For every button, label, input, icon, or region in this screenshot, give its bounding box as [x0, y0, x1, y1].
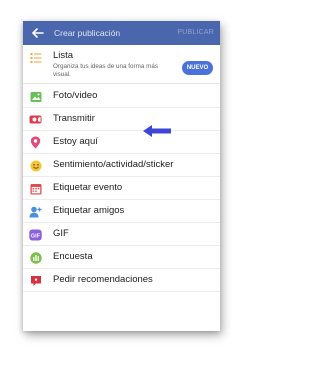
menu-item-label: Sentimiento/actividad/sticker	[53, 159, 174, 170]
video-camera-icon	[29, 113, 42, 126]
calendar-icon	[29, 182, 42, 195]
smiley-icon	[29, 159, 42, 172]
menu-item-tag-friends[interactable]: Etiquetar amigos	[23, 200, 220, 223]
arrow-left-pointer-icon	[142, 124, 172, 138]
menu-item-gif[interactable]: GIF GIF	[23, 223, 220, 246]
menu-item-ask-recommendations[interactable]: Pedir recomendaciones	[23, 269, 220, 292]
photo-icon	[29, 90, 42, 103]
gif-icon: GIF	[29, 228, 42, 241]
location-pin-icon	[29, 136, 42, 149]
menu-item-label: Estoy aquí	[53, 136, 98, 147]
menu-item-label: Pedir recomendaciones	[53, 274, 153, 285]
page-title: Crear publicación	[54, 28, 121, 38]
menu-item-label: Etiquetar amigos	[53, 205, 125, 216]
menu-item-poll[interactable]: Encuesta	[23, 246, 220, 269]
post-options-menu: Foto/video Transmitir Estoy aquí Sentimi…	[23, 85, 220, 292]
list-option-title: Lista	[53, 50, 74, 61]
menu-item-label: GIF	[53, 228, 69, 239]
svg-text:GIF: GIF	[31, 233, 41, 239]
list-option-description: Organiza tus ideas de una forma más visu…	[53, 63, 159, 78]
new-badge: NUEVO	[182, 61, 213, 75]
menu-item-label: Etiquetar evento	[53, 182, 123, 193]
top-bar: Crear publicación PUBLICAR	[23, 21, 220, 45]
create-post-screen: Crear publicación PUBLICAR Lista Organiz…	[23, 21, 220, 331]
person-add-icon	[29, 205, 42, 218]
arrow-left-icon[interactable]	[31, 24, 45, 42]
poll-icon	[29, 251, 42, 264]
speech-bubble-icon	[29, 274, 42, 287]
menu-item-feeling-activity[interactable]: Sentimiento/actividad/sticker	[23, 154, 220, 177]
publish-button[interactable]: PUBLICAR	[177, 21, 214, 45]
menu-item-label: Foto/video	[53, 90, 98, 101]
menu-item-label: Encuesta	[53, 251, 93, 262]
list-icon	[30, 51, 42, 63]
menu-item-photo-video[interactable]: Foto/video	[23, 85, 220, 108]
menu-item-live[interactable]: Transmitir	[23, 108, 220, 131]
menu-item-label: Transmitir	[53, 113, 95, 124]
menu-item-check-in[interactable]: Estoy aquí	[23, 131, 220, 154]
menu-item-tag-event[interactable]: Etiquetar evento	[23, 177, 220, 200]
